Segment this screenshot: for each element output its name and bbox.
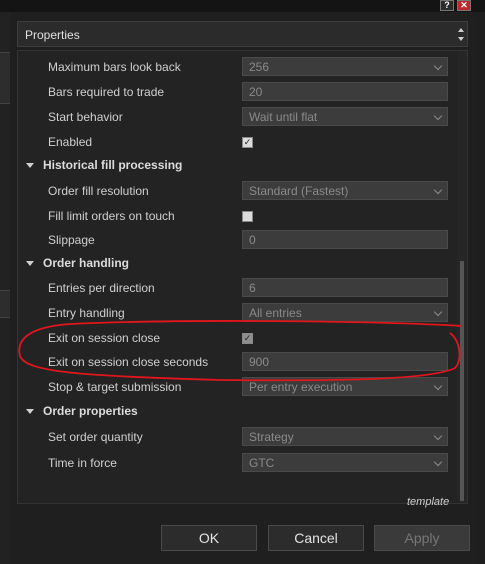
collapse-caret-icon[interactable] — [26, 163, 34, 168]
property-label: Time in force — [48, 456, 117, 470]
enabled-checkbox[interactable]: ✓ — [242, 137, 253, 148]
category-order-handling[interactable]: Order handling — [18, 252, 456, 276]
left-background-strip — [0, 12, 10, 564]
ok-button[interactable]: OK — [161, 525, 257, 551]
left-strip-panel — [0, 52, 10, 104]
row-time-in-force: Time in force GTC — [18, 451, 456, 475]
row-exit-on-session-close-seconds: Exit on session close seconds 900 — [18, 350, 456, 374]
property-label: Stop & target submission — [48, 380, 182, 394]
vertical-scrollbar[interactable] — [457, 51, 467, 503]
left-strip-panel — [0, 290, 10, 318]
row-start-behavior: Start behavior Wait until flat — [18, 105, 456, 129]
row-fill-limit-orders-on-touch: Fill limit orders on touch — [18, 204, 456, 228]
start-behavior-select[interactable]: Wait until flat — [242, 107, 448, 126]
template-link[interactable]: template — [407, 496, 449, 508]
order-quantity-select[interactable]: Strategy — [242, 427, 448, 446]
category-label: Order handling — [43, 256, 130, 270]
category-label: Order properties — [43, 404, 138, 418]
property-label: Set order quantity — [48, 430, 143, 444]
cancel-button[interactable]: Cancel — [268, 525, 364, 551]
slippage-input[interactable]: 0 — [242, 230, 448, 249]
right-background-strip — [474, 12, 485, 564]
row-exit-on-session-close: Exit on session close ✓ — [18, 326, 456, 350]
help-button[interactable]: ? — [440, 0, 454, 11]
property-label: Entry handling — [48, 306, 125, 320]
header-spinner[interactable] — [455, 22, 467, 46]
bars-required-input[interactable]: 20 — [242, 82, 448, 101]
property-label: Bars required to trade — [48, 85, 165, 99]
row-order-fill-resolution: Order fill resolution Standard (Fastest) — [18, 179, 456, 203]
scroll-up-icon[interactable] — [458, 28, 464, 32]
row-set-order-quantity: Set order quantity Strategy — [18, 425, 456, 449]
property-label: Slippage — [48, 233, 95, 247]
category-label: Historical fill processing — [43, 158, 183, 172]
collapse-caret-icon[interactable] — [26, 409, 34, 414]
fill-limit-checkbox[interactable] — [242, 211, 253, 222]
properties-dialog: Properties Maximum bars look back 256 Ba… — [10, 12, 474, 564]
close-window-button[interactable]: ✕ — [457, 0, 471, 11]
property-label: Exit on session close seconds — [48, 355, 209, 369]
entries-per-direction-input[interactable]: 6 — [242, 278, 448, 297]
properties-header: Properties — [17, 21, 468, 47]
property-label: Exit on session close — [48, 331, 161, 345]
row-entry-handling: Entry handling All entries — [18, 301, 456, 325]
row-enabled: Enabled ✓ — [18, 130, 456, 154]
apply-button[interactable]: Apply — [374, 525, 470, 551]
order-fill-resolution-select[interactable]: Standard (Fastest) — [242, 181, 448, 200]
row-stop-target-submission: Stop & target submission Per entry execu… — [18, 375, 456, 399]
time-in-force-select[interactable]: GTC — [242, 453, 448, 472]
property-label: Start behavior — [48, 110, 123, 124]
exit-on-session-close-checkbox[interactable]: ✓ — [242, 333, 253, 344]
row-bars-required-to-trade: Bars required to trade 20 — [18, 80, 456, 104]
property-label: Entries per direction — [48, 281, 155, 295]
exit-seconds-input[interactable]: 900 — [242, 352, 448, 371]
row-slippage: Slippage 0 — [18, 228, 456, 252]
row-entries-per-direction: Entries per direction 6 — [18, 276, 456, 300]
scroll-down-icon[interactable] — [458, 37, 464, 41]
property-label: Maximum bars look back — [48, 60, 181, 74]
scrollbar-thumb[interactable] — [460, 261, 464, 501]
category-order-properties[interactable]: Order properties — [18, 400, 456, 424]
row-maximum-bars-look-back: Maximum bars look back 256 — [18, 55, 456, 79]
entry-handling-select[interactable]: All entries — [242, 303, 448, 322]
maximum-bars-select[interactable]: 256 — [242, 57, 448, 76]
collapse-caret-icon[interactable] — [26, 261, 34, 266]
property-label: Fill limit orders on touch — [48, 209, 175, 223]
properties-title: Properties — [25, 28, 80, 42]
stop-target-submission-select[interactable]: Per entry execution — [242, 377, 448, 396]
property-label: Enabled — [48, 135, 93, 149]
title-bar: ? ✕ — [0, 0, 485, 12]
property-grid: Maximum bars look back 256 Bars required… — [17, 50, 468, 508]
property-label: Order fill resolution — [48, 184, 149, 198]
category-historical-fill-processing[interactable]: Historical fill processing — [18, 154, 456, 178]
